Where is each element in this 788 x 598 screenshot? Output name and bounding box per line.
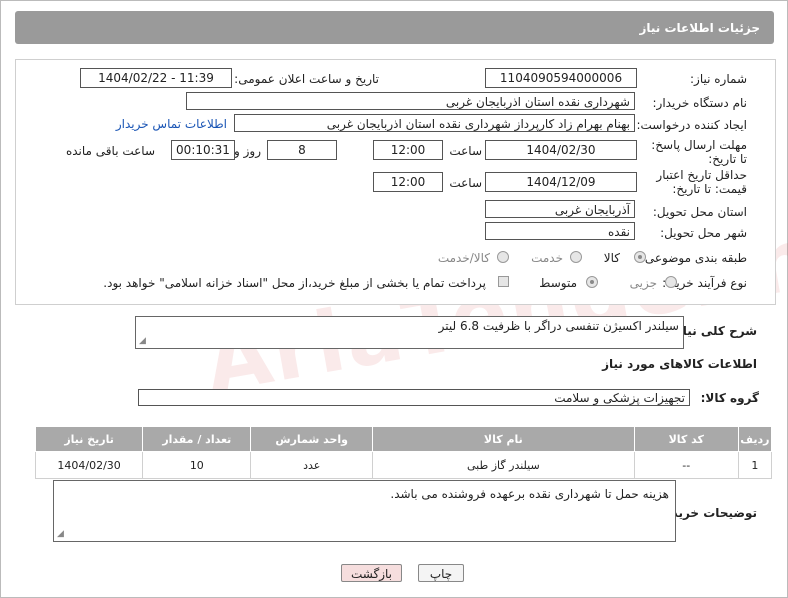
- category-option-goods: کالا: [603, 251, 620, 265]
- buyer-org-field[interactable]: شهرداری نقده استان اذربایجان غربی: [186, 92, 635, 110]
- announce-field[interactable]: 1404/02/22 - 11:39: [80, 68, 232, 88]
- need-number-field[interactable]: 1104090594000006: [485, 68, 637, 88]
- col-code: کد کالا: [633, 426, 739, 452]
- need-number-label: شماره نیاز:: [690, 72, 747, 86]
- treasury-payment-checkbox[interactable]: [498, 276, 509, 287]
- process-radio-medium[interactable]: [586, 276, 598, 288]
- remaining-time-field[interactable]: 00:10:31: [171, 140, 235, 160]
- process-radio-minor[interactable]: [665, 276, 677, 288]
- process-option-medium: متوسط: [539, 276, 577, 290]
- reply-time-field[interactable]: 12:00: [373, 140, 443, 160]
- cell-need-date: 1404/02/30: [34, 451, 144, 479]
- print-button[interactable]: چاپ: [418, 564, 464, 582]
- category-option-service: خدمت: [531, 251, 563, 265]
- category-radio-service[interactable]: [570, 251, 582, 263]
- col-unit: واحد شمارش: [250, 426, 373, 452]
- remaining-time-label: ساعت باقی مانده: [65, 144, 155, 158]
- page-header: جزئیات اطلاعات نیاز: [15, 11, 774, 44]
- price-validity-time-field[interactable]: 12:00: [373, 172, 443, 192]
- process-option-minor: جزیی: [629, 276, 657, 290]
- back-button[interactable]: بازگشت: [341, 564, 402, 582]
- delivery-province-field[interactable]: آذربایجان غربی: [485, 200, 635, 218]
- col-quantity: تعداد / مقدار: [142, 426, 252, 452]
- reply-deadline-label: مهلت ارسال پاسخ: تا تاریخ:: [651, 138, 747, 166]
- col-name: نام کالا: [372, 426, 635, 452]
- cell-quantity: 10: [142, 451, 252, 479]
- delivery-province-label: استان محل تحویل:: [652, 205, 747, 219]
- delivery-city-label: شهر محل تحویل:: [660, 226, 747, 240]
- category-radio-goods-service[interactable]: [497, 251, 509, 263]
- goods-group-field[interactable]: تجهیزات پزشکی و سلامت: [138, 389, 690, 406]
- treasury-payment-note: پرداخت تمام یا بخشی از مبلغ خرید،از محل …: [103, 276, 486, 290]
- buyer-org-label: نام دستگاه خریدار:: [652, 96, 748, 110]
- reply-days-field[interactable]: 8: [267, 140, 337, 160]
- resize-grip-icon[interactable]: ◢: [139, 336, 146, 346]
- reply-date-field[interactable]: 1404/02/30: [485, 140, 637, 160]
- cell-unit: عدد: [250, 451, 373, 479]
- description-text: سیلندر اکسیژن تنفسی دراگر با ظرفیت 6.8 ل…: [438, 319, 679, 333]
- buyer-notes-textarea[interactable]: هزینه حمل تا شهرداری نقده برعهده فروشنده…: [53, 480, 676, 542]
- goods-section-title: اطلاعات کالاهای مورد نیاز: [602, 357, 757, 371]
- category-radio-goods[interactable]: [634, 251, 646, 263]
- price-validity-time-label: ساعت: [449, 176, 482, 190]
- cell-row: 1: [737, 451, 773, 479]
- requester-label: ایجاد کننده درخواست:: [636, 118, 747, 132]
- requester-field[interactable]: بهنام بهرام زاد کارپرداز شهرداری نقده اس…: [234, 114, 635, 132]
- price-validity-date-field[interactable]: 1404/12/09: [485, 172, 637, 192]
- page-frame: جزئیات اطلاعات نیاز AriaTender.neT شماره…: [0, 0, 788, 598]
- buyer-notes-text: هزینه حمل تا شهرداری نقده برعهده فروشنده…: [390, 487, 669, 501]
- category-label: طبقه بندی موضوعی:: [640, 251, 747, 265]
- col-row: ردیف: [737, 426, 773, 452]
- delivery-city-field[interactable]: نقده: [485, 222, 635, 240]
- buyer-contact-link[interactable]: اطلاعات تماس خریدار: [116, 117, 227, 131]
- cell-code: --: [633, 451, 739, 479]
- announce-label: تاریخ و ساعت اعلان عمومی:: [234, 72, 379, 86]
- price-validity-label: حداقل تاریخ اعتبار قیمت: تا تاریخ:: [656, 168, 747, 196]
- items-table-header: ردیف کد کالا نام کالا واحد شمارش تعداد /…: [34, 426, 773, 452]
- category-option-goods-service: کالا/خدمت: [437, 251, 490, 265]
- goods-group-label: گروه کالا:: [700, 391, 759, 405]
- col-need-date: تاریخ نیاز: [34, 426, 144, 452]
- reply-days-label: روز و: [234, 144, 261, 158]
- items-table: ردیف کد کالا نام کالا واحد شمارش تعداد /…: [34, 426, 773, 479]
- description-textarea[interactable]: سیلندر اکسیژن تنفسی دراگر با ظرفیت 6.8 ل…: [135, 316, 684, 349]
- page-title: جزئیات اطلاعات نیاز: [639, 21, 760, 35]
- cell-name: سیلندر گاز طبی: [372, 451, 635, 479]
- resize-grip-icon[interactable]: ◢: [57, 529, 64, 539]
- table-row[interactable]: 1 -- سیلندر گاز طبی عدد 10 1404/02/30: [34, 451, 773, 479]
- reply-time-label: ساعت: [449, 144, 482, 158]
